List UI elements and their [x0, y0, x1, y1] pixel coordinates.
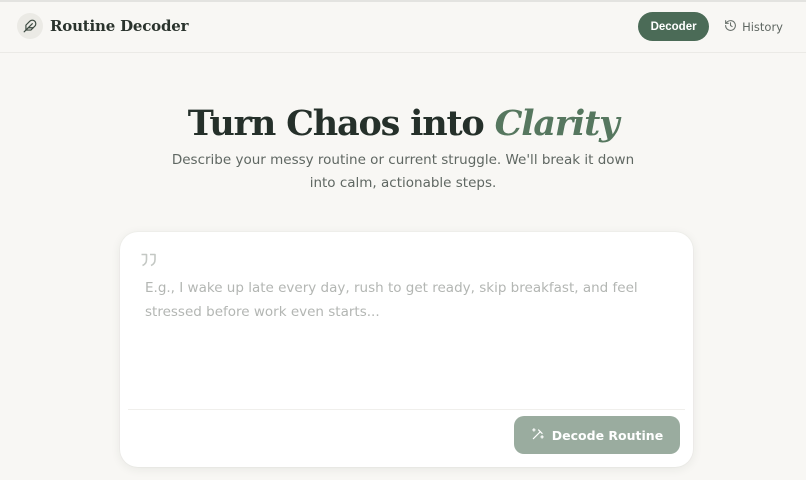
brand-name: Routine Decoder: [50, 17, 189, 35]
magic-wand-icon: [531, 427, 552, 444]
page-subtitle: Describe your messy routine or current s…: [171, 152, 635, 191]
nav-history-label: History: [742, 19, 783, 34]
quote-icon: [140, 252, 158, 272]
history-clock-icon: [724, 19, 742, 35]
hero: Turn Chaos into Clarity Describe your me…: [0, 100, 806, 195]
app-header: Routine Decoder Decoder History: [0, 2, 806, 53]
brand[interactable]: Routine Decoder: [17, 13, 189, 39]
decode-routine-label: Decode Routine: [551, 427, 664, 443]
feather-icon: [17, 13, 43, 39]
card-divider: [128, 409, 685, 410]
routine-input[interactable]: [145, 276, 645, 396]
title-accent: Clarity: [494, 103, 620, 144]
decode-routine-button[interactable]: Decode Routine: [514, 416, 680, 454]
routine-input-card: Decode Routine: [120, 232, 693, 467]
page-title: Turn Chaos into Clarity: [0, 100, 806, 148]
nav-decoder-button[interactable]: Decoder: [638, 12, 710, 41]
top-nav: Decoder History: [638, 12, 783, 41]
title-prefix: Turn Chaos into: [187, 103, 495, 144]
nav-history-link[interactable]: History: [724, 19, 783, 35]
